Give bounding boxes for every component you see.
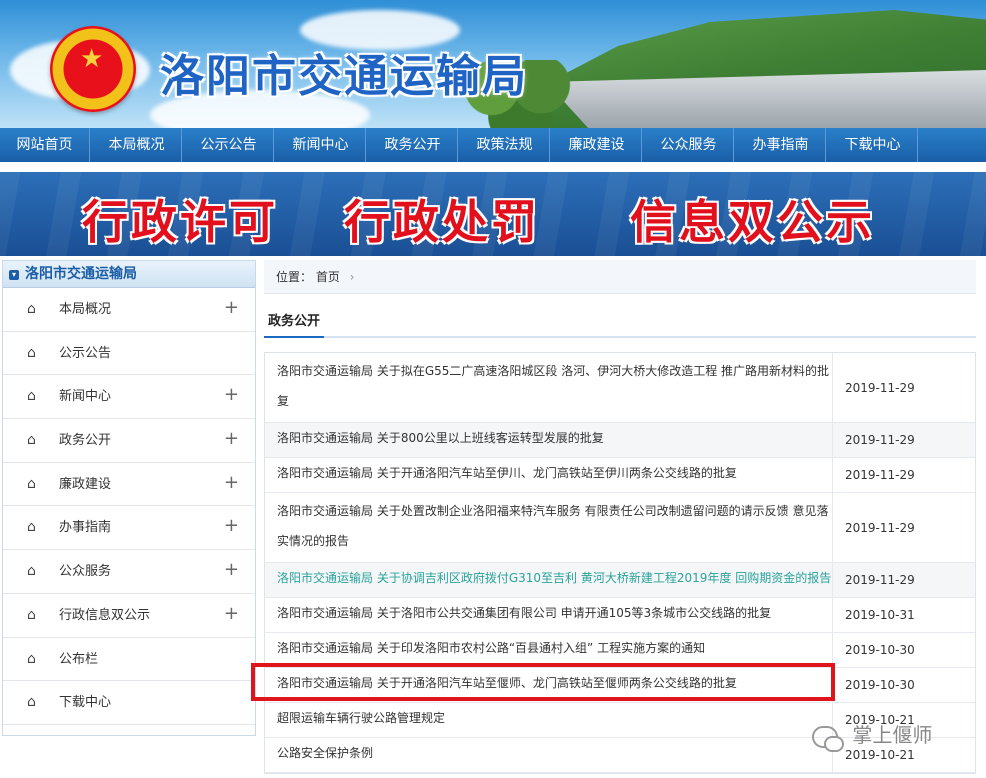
list-item[interactable]: 洛阳市交通运输局 关于拟在G55二广高速洛阳城区段 洛河、伊河大桥大修改造工程 … bbox=[265, 353, 975, 423]
breadcrumb-home-link[interactable]: 首页 bbox=[316, 270, 340, 284]
national-emblem-icon: ★ bbox=[50, 26, 136, 112]
article-date: 2019-11-29 bbox=[845, 468, 915, 482]
expand-plus-icon[interactable]: + bbox=[224, 504, 239, 548]
sidebar-item-label: 下载中心 bbox=[59, 695, 112, 711]
expand-plus-icon[interactable]: + bbox=[224, 461, 239, 505]
article-date: 2019-10-30 bbox=[845, 678, 915, 692]
home-icon: ⌂ bbox=[27, 694, 36, 711]
nav-gov-affairs[interactable]: 政务公开 bbox=[368, 128, 458, 162]
main-nav: 网站首页 本局概况 公示公告 新闻中心 政务公开 政策法规 廉政建设 公众服务 … bbox=[0, 128, 986, 162]
sidebar-item-label: 办事指南 bbox=[59, 520, 112, 536]
article-date: 2019-11-29 bbox=[845, 380, 915, 395]
breadcrumb: 位置： 首页 › bbox=[264, 260, 976, 294]
home-icon: ⌂ bbox=[27, 650, 36, 667]
sidebar-item-label: 行政信息双公示 bbox=[59, 607, 151, 623]
home-icon: ⌂ bbox=[27, 475, 36, 492]
section-title: 政务公开 bbox=[264, 306, 325, 338]
sidebar-item-bulletin[interactable]: ⌂ 公布栏 bbox=[3, 638, 255, 682]
promo-banner[interactable]: 行政许可 行政处罚 信息双公示 bbox=[0, 172, 986, 256]
sidebar-title: 洛阳市交通运输局 bbox=[25, 266, 137, 282]
article-title-link[interactable]: 洛阳市交通运输局 关于协调吉利区政府拨付G310至吉利 黄河大桥新建工程2019… bbox=[265, 563, 833, 597]
expand-plus-icon[interactable]: + bbox=[224, 548, 239, 592]
nav-integrity[interactable]: 廉政建设 bbox=[552, 128, 642, 162]
section-header: 政务公开 bbox=[264, 306, 976, 338]
article-date: 2019-10-30 bbox=[845, 643, 915, 657]
sidebar-header: ▾ 洛阳市交通运输局 bbox=[3, 261, 255, 288]
sidebar-item-label: 公众服务 bbox=[59, 564, 112, 580]
home-icon: ⌂ bbox=[27, 563, 36, 580]
sidebar-item-label: 廉政建设 bbox=[59, 476, 112, 492]
nav-home[interactable]: 网站首页 bbox=[0, 128, 90, 162]
article-title-link[interactable]: 超限运输车辆行驶公路管理规定 bbox=[265, 703, 833, 737]
sidebar-item-disclosure[interactable]: ⌂ 行政信息双公示 + bbox=[3, 594, 255, 638]
sidebar-item-about[interactable]: ⌂ 本局概况 + bbox=[3, 288, 255, 332]
site-header: ★ 洛阳市交通运输局 bbox=[0, 0, 986, 128]
breadcrumb-label: 位置： bbox=[276, 270, 313, 284]
home-icon: ⌂ bbox=[27, 432, 36, 449]
sidebar-item-label: 本局概况 bbox=[59, 302, 112, 317]
watermark-text: 掌上偃师 bbox=[852, 723, 933, 747]
home-icon: ⌂ bbox=[27, 519, 36, 536]
article-date: 2019-11-29 bbox=[845, 520, 915, 535]
banner-text-disclosure: 信息双公示 bbox=[630, 195, 875, 249]
article-title-link[interactable]: 洛阳市交通运输局 关于洛阳市公共交通集团有限公司 申请开通105等3条城市公交线… bbox=[265, 598, 833, 632]
article-date: 2019-11-29 bbox=[845, 573, 915, 587]
nav-guide[interactable]: 办事指南 bbox=[736, 128, 826, 162]
nav-downloads[interactable]: 下载中心 bbox=[828, 128, 918, 162]
nav-policies[interactable]: 政策法规 bbox=[460, 128, 550, 162]
article-list: 洛阳市交通运输局 关于拟在G55二广高速洛阳城区段 洛河、伊河大桥大修改造工程 … bbox=[264, 352, 976, 774]
list-item[interactable]: 洛阳市交通运输局 关于洛阳市公共交通集团有限公司 申请开通105等3条城市公交线… bbox=[265, 598, 975, 633]
sidebar-item-public-service[interactable]: ⌂ 公众服务 + bbox=[3, 550, 255, 594]
article-title-link[interactable]: 公路安全保护条例 bbox=[265, 738, 833, 772]
sidebar-item-label: 新闻中心 bbox=[59, 389, 112, 405]
article-title-link[interactable]: 洛阳市交通运输局 关于印发洛阳市农村公路“百县通村入组” 工程实施方案的通知 bbox=[265, 633, 833, 667]
expand-plus-icon[interactable]: + bbox=[224, 286, 239, 330]
nav-notices[interactable]: 公示公告 bbox=[184, 128, 274, 162]
nav-about[interactable]: 本局概况 bbox=[92, 128, 182, 162]
sidebar-item-downloads[interactable]: ⌂ 下载中心 bbox=[3, 681, 255, 725]
expand-plus-icon[interactable]: + bbox=[224, 592, 239, 636]
article-title-link[interactable]: 洛阳市交通运输局 关于处置改制企业洛阳福来特汽车服务 有限责任公司改制遗留问题的… bbox=[265, 493, 833, 562]
sidebar-item-news[interactable]: ⌂ 新闻中心 + bbox=[3, 373, 255, 420]
site-title: 洛阳市交通运输局 bbox=[160, 51, 528, 102]
banner-text-penalty: 行政处罚 bbox=[344, 195, 540, 249]
sidebar-item-notices[interactable]: ⌂ 公示公告 bbox=[3, 332, 255, 376]
sidebar-item-label: 政务公开 bbox=[59, 433, 112, 449]
article-date: 2019-10-31 bbox=[845, 608, 915, 622]
home-icon: ⌂ bbox=[27, 344, 36, 361]
article-title-link[interactable]: 洛阳市交通运输局 关于开通洛阳汽车站至伊川、龙门高铁站至伊川两条公交线路的批复 bbox=[265, 458, 833, 492]
list-item[interactable]: 洛阳市交通运输局 关于开通洛阳汽车站至伊川、龙门高铁站至伊川两条公交线路的批复 … bbox=[265, 458, 975, 493]
home-icon: ⌂ bbox=[27, 388, 36, 405]
breadcrumb-chevron-icon: › bbox=[349, 270, 355, 284]
expand-plus-icon[interactable]: + bbox=[224, 373, 239, 417]
list-item[interactable]: 洛阳市交通运输局 关于处置改制企业洛阳福来特汽车服务 有限责任公司改制遗留问题的… bbox=[265, 493, 975, 563]
list-item[interactable]: 洛阳市交通运输局 关于协调吉利区政府拨付G310至吉利 黄河大桥新建工程2019… bbox=[265, 563, 975, 598]
article-date: 2019-11-29 bbox=[845, 433, 915, 447]
sidebar: ▾ 洛阳市交通运输局 ⌂ 本局概况 + ⌂ 公示公告 ⌂ 新闻中心 + ⌂ 政务公开 + ⌂ 廉… bbox=[2, 260, 256, 736]
sidebar-item-gov-affairs[interactable]: ⌂ 政务公开 + bbox=[3, 419, 255, 463]
home-icon: ⌂ bbox=[27, 606, 36, 623]
watermark: 掌上偃师 bbox=[812, 720, 933, 752]
highlight-annotation-box bbox=[251, 663, 835, 701]
expand-plus-icon[interactable]: + bbox=[224, 417, 239, 461]
sidebar-item-integrity[interactable]: ⌂ 廉政建设 + bbox=[3, 463, 255, 507]
sidebar-item-label: 公示公告 bbox=[59, 345, 112, 361]
nav-public-service[interactable]: 公众服务 bbox=[644, 128, 734, 162]
sidebar-item-label: 公布栏 bbox=[59, 651, 99, 667]
article-title-link[interactable]: 洛阳市交通运输局 关于拟在G55二广高速洛阳城区段 洛河、伊河大桥大修改造工程 … bbox=[265, 353, 833, 422]
sidebar-item-guide[interactable]: ⌂ 办事指南 + bbox=[3, 504, 255, 551]
banner-text-permit: 行政许可 bbox=[82, 195, 278, 249]
collapse-triangle-icon[interactable]: ▾ bbox=[9, 270, 19, 280]
list-item[interactable]: 洛阳市交通运输局 关于800公里以上班线客运转型发展的批复 2019-11-29 bbox=[265, 423, 975, 458]
home-icon: ⌂ bbox=[27, 301, 36, 317]
wechat-icon bbox=[812, 725, 844, 752]
article-title-link[interactable]: 洛阳市交通运输局 关于800公里以上班线客运转型发展的批复 bbox=[265, 423, 833, 457]
nav-news[interactable]: 新闻中心 bbox=[276, 128, 366, 162]
